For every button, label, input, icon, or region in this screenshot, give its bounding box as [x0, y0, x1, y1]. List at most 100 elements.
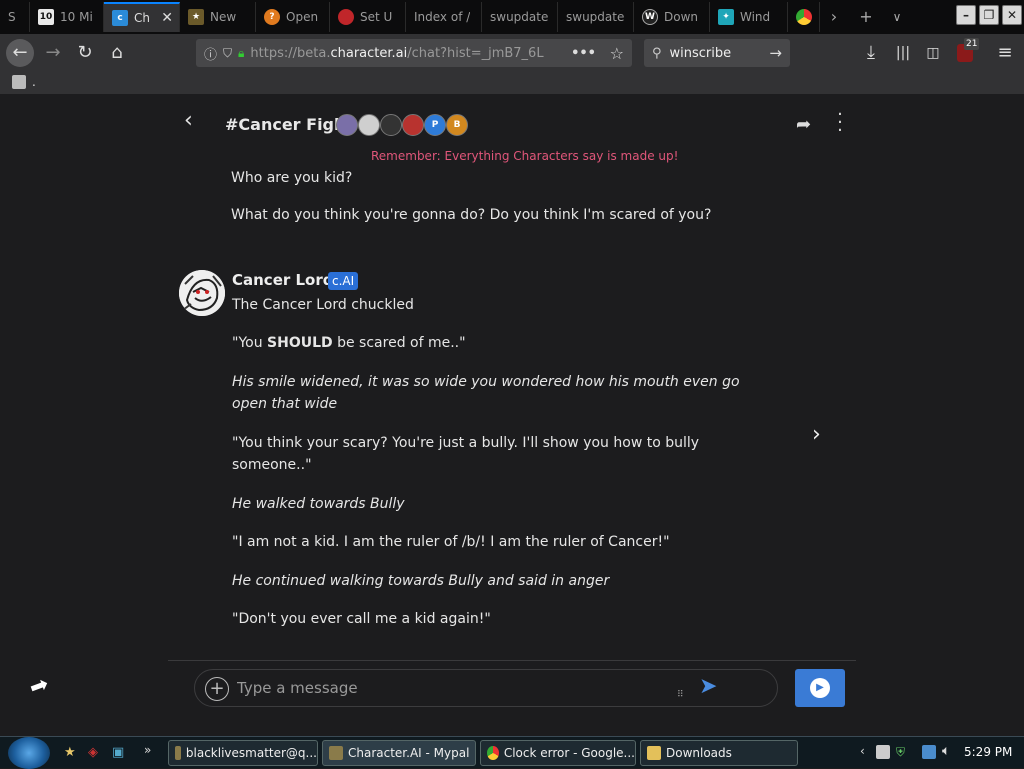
close-tab-icon[interactable]: ✕ [161, 10, 173, 26]
prev-message-line: Who are you kid? [231, 170, 353, 186]
participant-avatar[interactable] [380, 114, 402, 136]
chat-title: #Cancer Fight [225, 115, 354, 134]
play-icon: ▶ [810, 678, 830, 698]
message-paragraph: "Don't you ever call me a kid again!" [232, 611, 491, 627]
info-icon[interactable]: ⓘ [204, 44, 217, 63]
windscribe-favicon-icon: ✦ [718, 9, 734, 25]
tray-device-icon[interactable] [876, 745, 890, 759]
send-message-button[interactable]: ▶ [795, 669, 845, 707]
tab-8[interactable]: swupdate [558, 2, 634, 32]
resize-handle-icon[interactable]: ⠿ [677, 690, 684, 700]
clock[interactable]: 5:29 PM [964, 745, 1012, 759]
tab-9[interactable]: W Down [634, 2, 710, 32]
url-path: /chat?hist=_jmB7_6L [407, 45, 544, 61]
tray-expand-icon[interactable]: ‹ [860, 744, 865, 758]
lock-icon[interactable]: 🔒︎ [238, 46, 244, 61]
start-button-windows-icon[interactable] [8, 737, 50, 769]
mouse-cursor-icon: ➡ [26, 671, 53, 702]
quicklaunch-overflow-icon[interactable]: » [144, 743, 151, 757]
minimize-window-icon[interactable]: – [956, 5, 976, 25]
mypal-task-icon [175, 746, 181, 760]
menu-hamburger-icon[interactable]: ≡ [992, 40, 1018, 66]
message-input[interactable] [237, 678, 657, 698]
sender-name[interactable]: Cancer Lord [232, 271, 334, 289]
tab-4[interactable]: ? Open [256, 2, 330, 32]
cancer-lord-avatar[interactable] [179, 270, 225, 316]
message-composer: + ⠿ ➤ ▶ [168, 660, 856, 712]
participant-avatar[interactable] [336, 114, 358, 136]
back-arrow-icon[interactable]: ← [6, 39, 34, 67]
page-actions-dots-icon[interactable]: ••• [571, 46, 596, 61]
add-plus-circle-icon[interactable]: + [205, 677, 229, 701]
tracking-protection-icon[interactable]: ⛉ [223, 46, 232, 61]
close-window-icon[interactable]: ✕ [1002, 5, 1022, 25]
tab-1[interactable]: 10 10 Mi [30, 2, 104, 32]
sidebar-icon[interactable]: ◫ [920, 40, 946, 66]
emphasis-text: SHOULD [267, 335, 333, 351]
tab-11[interactable] [788, 2, 820, 32]
bookmark-star-icon[interactable]: ☆ [610, 44, 624, 63]
message-input-box[interactable]: + ⠿ ➤ [194, 669, 778, 707]
chrome-favicon-icon [796, 9, 812, 25]
forward-arrow-icon[interactable]: → [40, 40, 66, 66]
participant-avatar[interactable] [358, 114, 380, 136]
taskbar-item[interactable]: Clock error - Google... [480, 740, 636, 766]
tab-3[interactable]: ★ New [180, 2, 256, 32]
mypal-favicon-icon: ★ [188, 9, 204, 25]
participant-avatar[interactable] [402, 114, 424, 136]
tray-network-icon[interactable] [922, 745, 936, 759]
search-go-arrow-icon[interactable]: → [769, 44, 782, 62]
quicklaunch-mypal-icon[interactable]: ★ [64, 745, 80, 761]
firefox-favicon-icon: ? [264, 9, 280, 25]
send-arrow-icon[interactable]: ➤ [699, 674, 717, 699]
share-arrow-icon[interactable]: ➦ [796, 114, 811, 135]
next-response-chevron-icon[interactable]: › [812, 422, 821, 447]
tray-volume-icon[interactable]: 🔈︎ [942, 743, 950, 759]
disclaimer-text: Remember: Everything Characters say is m… [371, 149, 679, 163]
mypal-task-icon [329, 746, 343, 760]
participant-avatar[interactable]: P [424, 114, 446, 136]
tab-7[interactable]: swupdate [482, 2, 558, 32]
character-badge: c.AI [328, 272, 359, 290]
tab-6[interactable]: Index of / [406, 2, 482, 32]
participant-avatar[interactable]: B [446, 114, 468, 136]
folder-task-icon [647, 746, 661, 760]
ublock-icon[interactable]: 21 [952, 38, 980, 66]
tab-10[interactable]: ✦ Wind [710, 2, 788, 32]
taskbar-item[interactable]: Downloads [640, 740, 798, 766]
quicklaunch-ie-icon[interactable]: ◈ [88, 745, 104, 761]
search-icon: ⚲ [652, 45, 662, 61]
restore-window-icon[interactable]: ❐ [979, 5, 999, 25]
back-chevron-icon[interactable]: ‹ [184, 108, 193, 133]
message-paragraph: "I am not a kid. I am the ruler of /b/! … [232, 534, 670, 550]
address-bar[interactable]: ⓘ ⛉ 🔒︎ https://beta. character.ai/chat?hi… [196, 39, 632, 67]
downloads-icon[interactable]: ⤓ [858, 40, 884, 66]
show-desktop-icon[interactable]: ▣ [112, 745, 128, 761]
tab-0[interactable]: S [0, 2, 30, 32]
url-domain: character.ai [330, 45, 408, 61]
tab-2-active[interactable]: c Ch ✕ [104, 2, 180, 32]
tab-strip: S 10 10 Mi c Ch ✕ ★ New ? Open Set U Index of… [0, 0, 1024, 34]
character-ai-favicon-icon: c [112, 10, 128, 26]
windows-taskbar: ★ ◈ ▣ » blacklivesmatter@q... Character.… [0, 736, 1024, 769]
ten-favicon-icon: 10 [38, 9, 54, 25]
new-tab-icon[interactable]: + [854, 6, 878, 28]
taskbar-item-active[interactable]: Character.AI - Mypal [322, 740, 476, 766]
bookmark-favicon-icon [12, 75, 26, 89]
tray-network-shield-icon[interactable]: ⛨ [896, 745, 910, 759]
ublock-badge: 21 [964, 38, 980, 50]
bookmarks-toolbar: . [0, 72, 1024, 94]
search-bar[interactable]: ⚲ winscribe → [644, 39, 790, 67]
tab-list-chevron-down-icon[interactable]: ∨ [886, 6, 908, 28]
library-icon[interactable]: ||| [890, 40, 916, 66]
message-paragraph: "You SHOULD be scared of me.." [232, 335, 466, 351]
home-icon[interactable]: ⌂ [104, 40, 130, 66]
bookmark-item[interactable]: . [12, 75, 36, 89]
taskbar-item[interactable]: blacklivesmatter@q... [168, 740, 318, 766]
search-value: winscribe [669, 45, 732, 61]
scroll-tabs-right-icon[interactable]: › [824, 6, 844, 28]
more-options-vertical-dots-icon[interactable]: · · · [836, 106, 844, 140]
red-lips-favicon-icon [338, 9, 354, 25]
reload-icon[interactable]: ↻ [72, 40, 98, 66]
tab-5[interactable]: Set U [330, 2, 406, 32]
